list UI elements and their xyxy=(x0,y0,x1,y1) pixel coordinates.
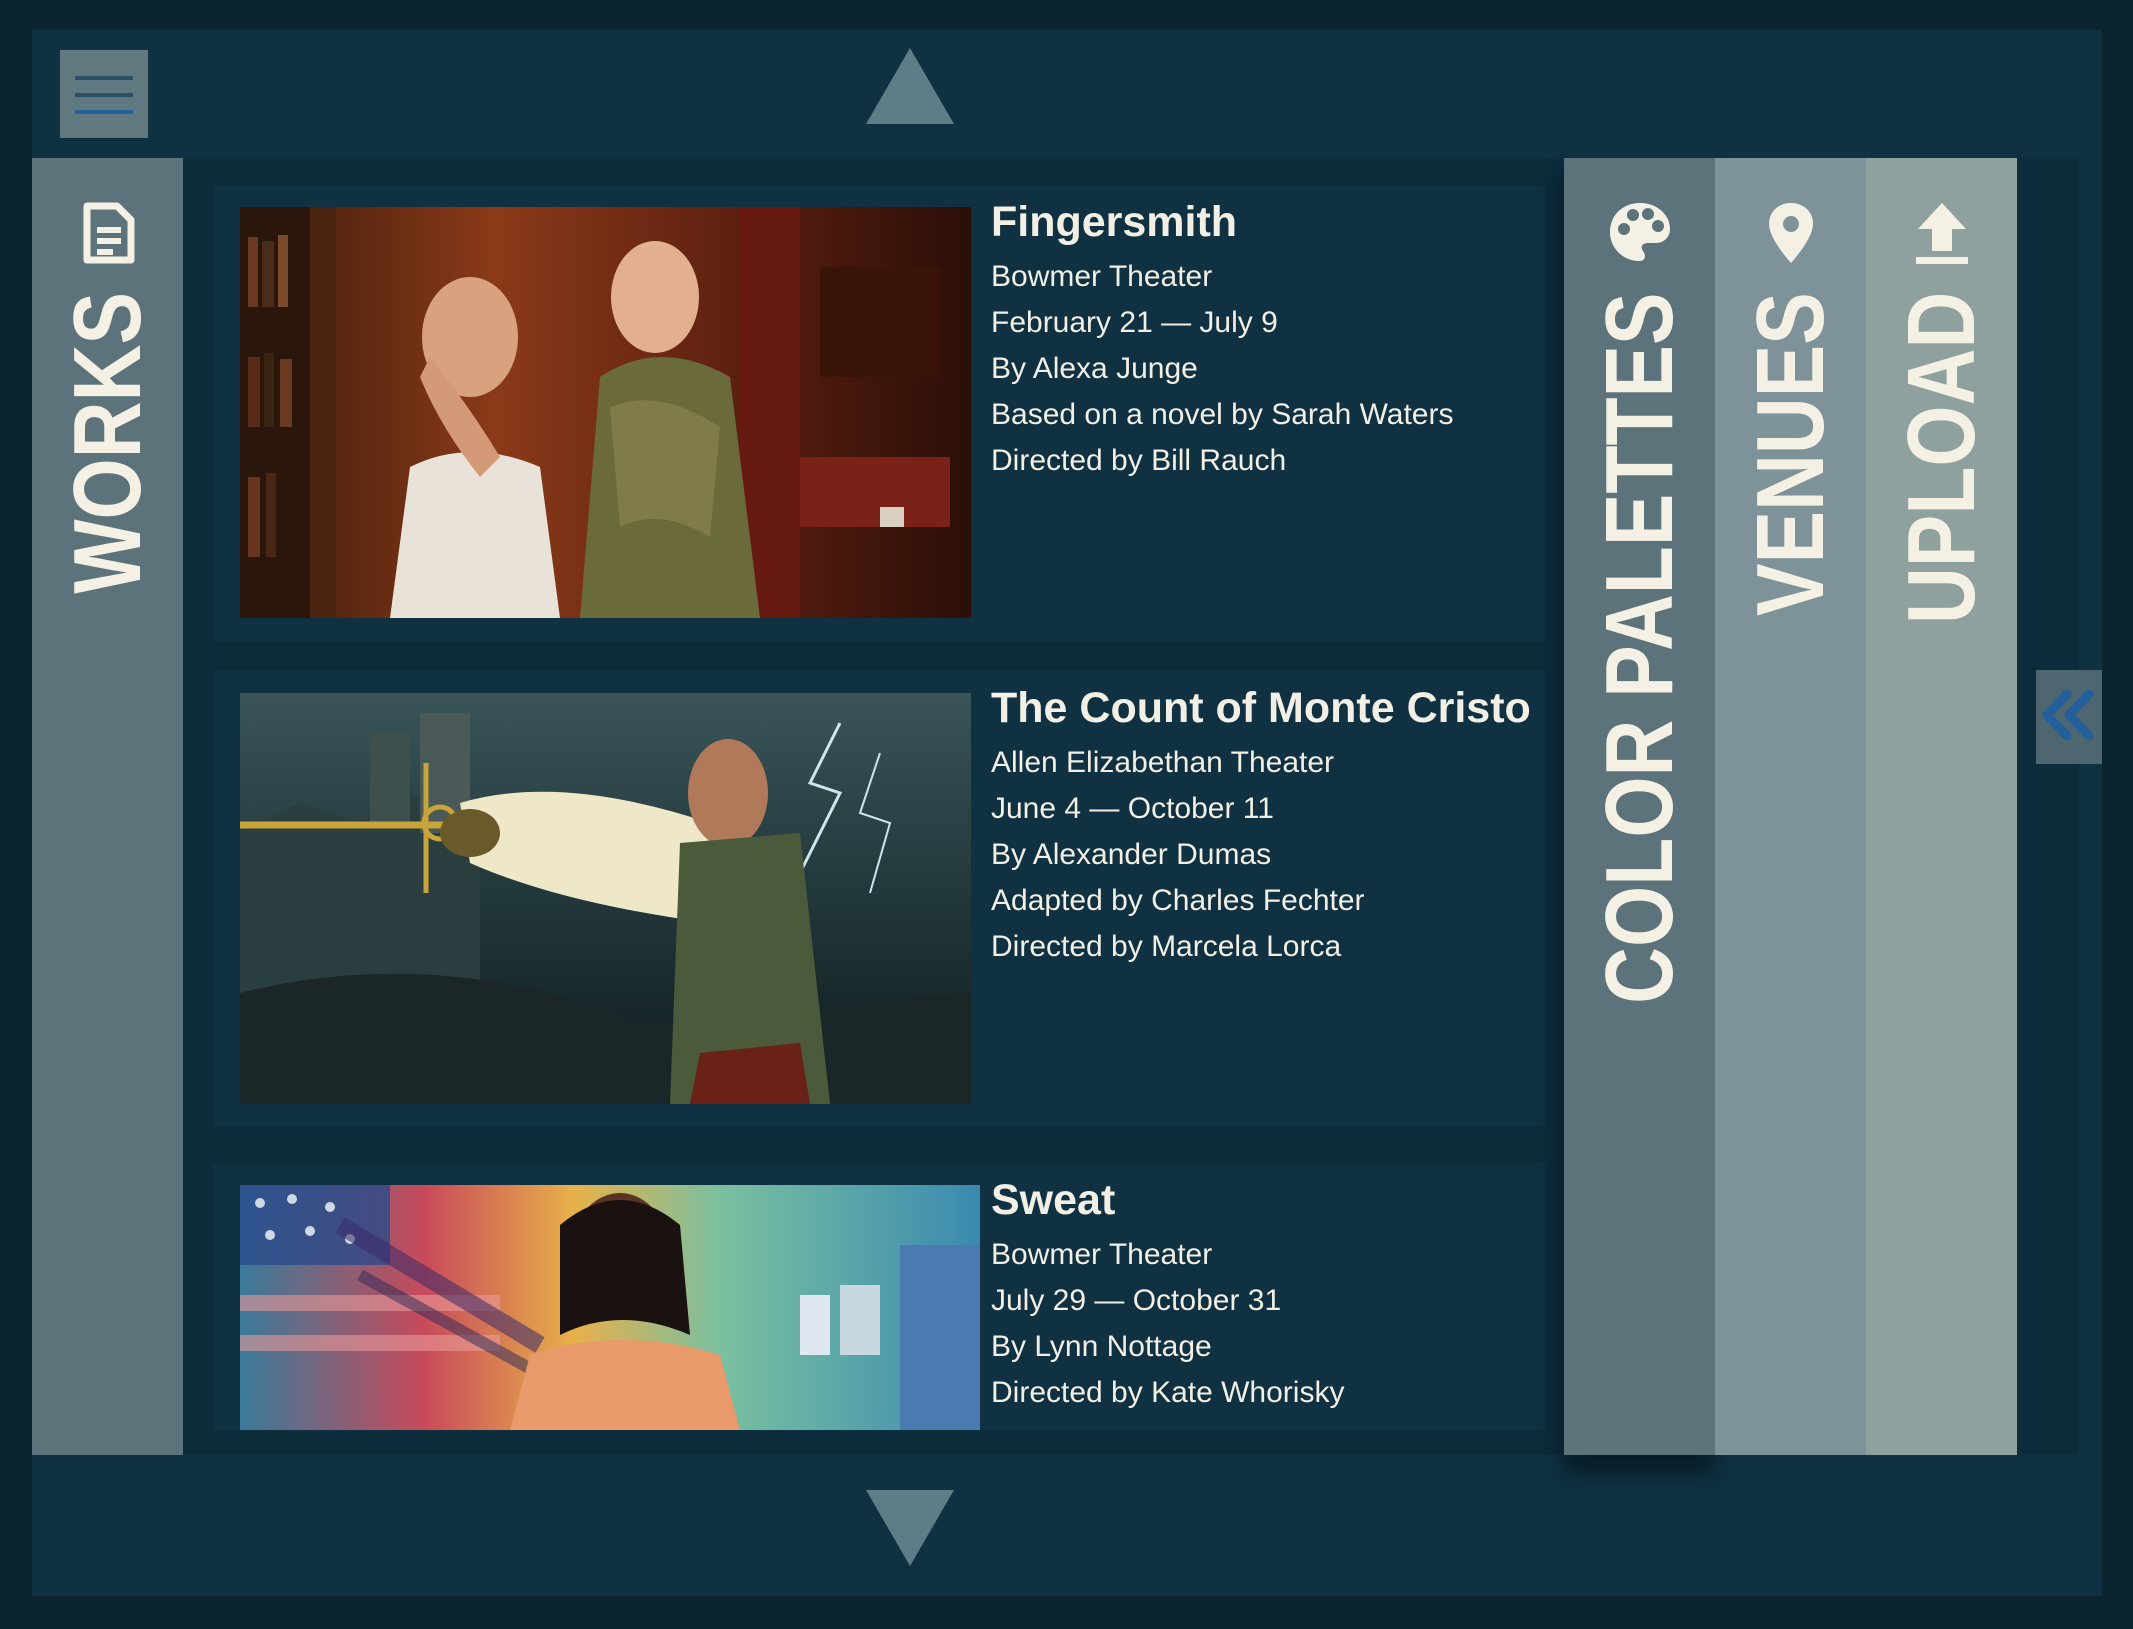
tab-upload[interactable]: UPLOAD xyxy=(1866,158,2017,1455)
work-title: Sweat xyxy=(991,1176,1116,1224)
work-author: By Lynn Nottage xyxy=(991,1330,1212,1363)
tab-color-palettes[interactable]: COLOR PALETTES xyxy=(1564,158,1715,1455)
poster-image xyxy=(240,693,971,1104)
palette-icon xyxy=(1605,198,1675,268)
scroll-down-button[interactable] xyxy=(866,1490,954,1566)
work-card-sweat[interactable]: Sweat Bowmer Theater July 29 — October 3… xyxy=(213,1163,1545,1431)
work-info: Sweat Bowmer Theater July 29 — October 3… xyxy=(991,1175,1541,1416)
work-dates: July 29 — October 31 xyxy=(991,1284,1282,1317)
work-director: Directed by Kate Whorisky xyxy=(991,1376,1345,1409)
tab-venues-label: VENUES xyxy=(1736,292,1844,616)
upload-icon xyxy=(1907,198,1977,268)
hamburger-icon-bar xyxy=(75,76,133,80)
document-icon xyxy=(73,198,143,268)
work-credit: Based on a novel by Sarah Waters xyxy=(991,398,1454,431)
tab-color-palettes-label: COLOR PALETTES xyxy=(1585,292,1693,1004)
work-info: The Count of Monte Cristo Allen Elizabet… xyxy=(991,683,1541,970)
work-author: By Alexa Junge xyxy=(991,352,1198,385)
poster-image xyxy=(240,207,971,618)
collapse-panel-button[interactable] xyxy=(2036,670,2102,764)
work-director: Directed by Bill Rauch xyxy=(991,444,1287,477)
scroll-up-button[interactable] xyxy=(866,48,954,124)
work-card-fingersmith[interactable]: Fingersmith Bowmer Theater February 21 —… xyxy=(213,185,1545,641)
double-chevron-left-icon xyxy=(2041,689,2097,745)
work-venue: Allen Elizabethan Theater xyxy=(991,746,1335,779)
work-venue: Bowmer Theater xyxy=(991,1238,1213,1271)
work-dates: June 4 — October 11 xyxy=(991,792,1274,825)
work-dates: February 21 — July 9 xyxy=(991,306,1278,339)
tab-works[interactable]: WORKS xyxy=(32,158,183,1455)
map-pin-icon xyxy=(1756,198,1826,268)
work-director: Directed by Marcela Lorca xyxy=(991,930,1342,963)
work-credit: Adapted by Charles Fechter xyxy=(991,884,1365,917)
tab-venues[interactable]: VENUES xyxy=(1715,158,1866,1455)
work-venue: Bowmer Theater xyxy=(991,260,1213,293)
work-card-monte-cristo[interactable]: The Count of Monte Cristo Allen Elizabet… xyxy=(213,671,1545,1127)
work-title: Fingersmith xyxy=(991,198,1238,246)
tab-works-label: WORKS xyxy=(53,292,161,594)
hamburger-icon-bar xyxy=(75,110,133,114)
poster-image xyxy=(240,1185,980,1430)
tab-upload-label: UPLOAD xyxy=(1887,292,1995,625)
work-info: Fingersmith Bowmer Theater February 21 —… xyxy=(991,197,1541,484)
work-title: The Count of Monte Cristo xyxy=(991,684,1531,732)
work-author: By Alexander Dumas xyxy=(991,838,1272,871)
hamburger-icon-bar xyxy=(75,93,133,97)
menu-button[interactable] xyxy=(60,50,148,138)
